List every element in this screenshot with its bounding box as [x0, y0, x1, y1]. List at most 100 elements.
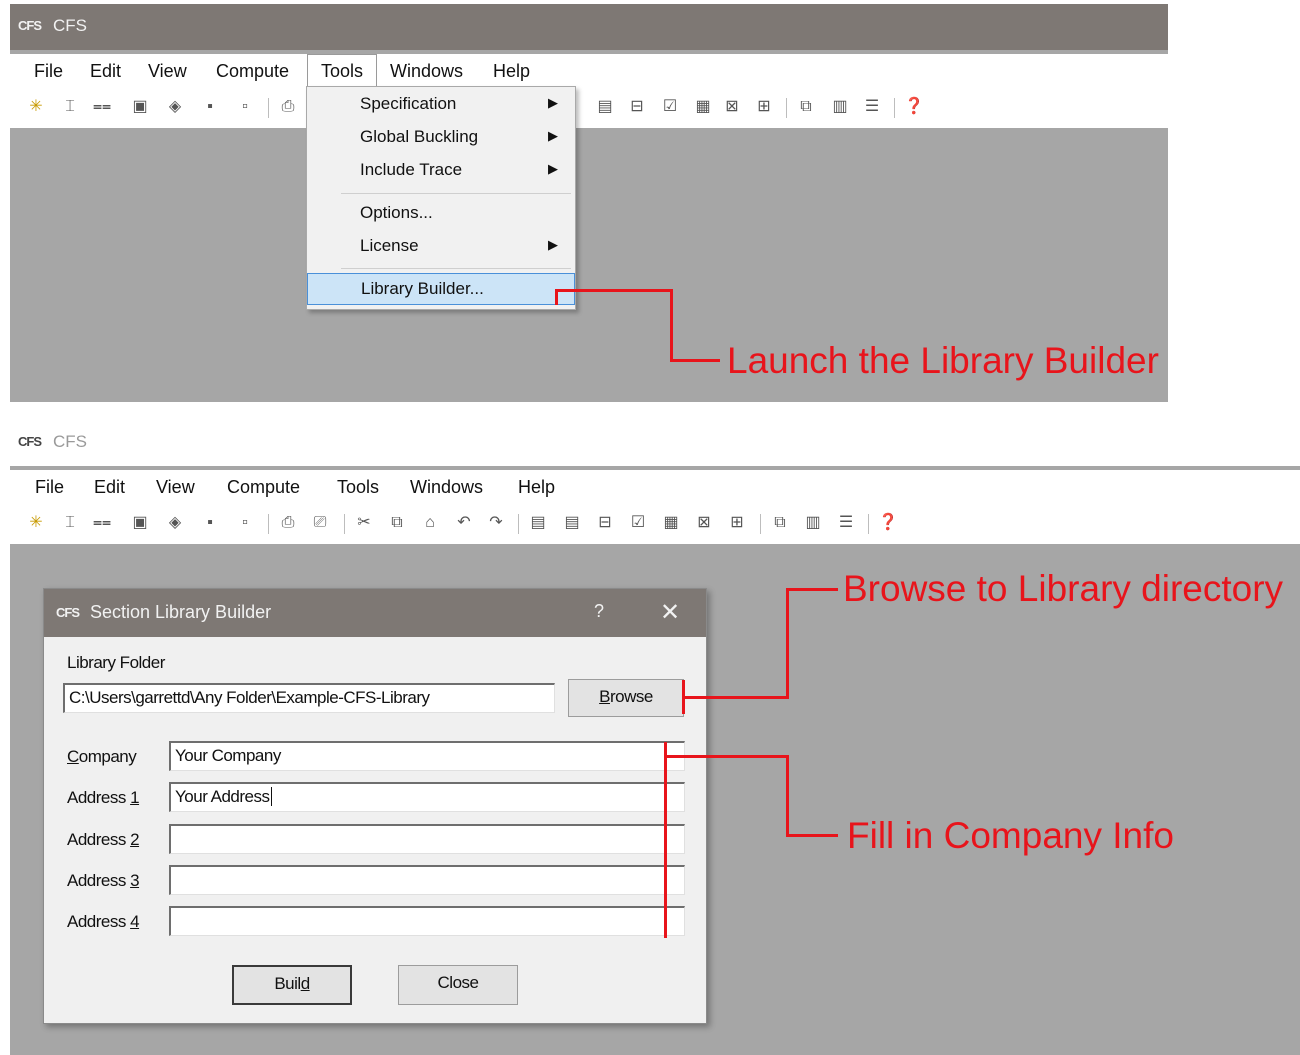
cascade-icon[interactable]: ⧉ — [796, 97, 816, 117]
help-icon[interactable]: ❓ — [878, 513, 898, 533]
open-icon[interactable]: ▣ — [130, 97, 150, 117]
print-icon[interactable]: ⎚ — [310, 513, 330, 533]
tile-vertical-icon[interactable]: ▥ — [830, 97, 850, 117]
address-2-field[interactable] — [169, 824, 685, 854]
chart-icon[interactable]: ⊠ — [694, 513, 714, 533]
cfs-window-bottom: CFS CFS File Edit View Compute Tools Win… — [10, 420, 1300, 1055]
trace-icon[interactable]: ⩵ — [92, 513, 112, 533]
redo-icon[interactable]: ↷ — [486, 513, 506, 533]
menu-item-label: Specification — [360, 94, 457, 113]
menu-file[interactable]: File — [34, 61, 63, 82]
toolbar-separator — [868, 514, 869, 534]
save-as-icon[interactable]: ▫ — [235, 513, 255, 533]
menu-help[interactable]: Help — [493, 61, 530, 82]
effective-properties-icon[interactable]: ▤ — [562, 513, 582, 533]
menu-edit[interactable]: Edit — [94, 477, 125, 498]
new-icon[interactable]: ✳ — [26, 97, 46, 117]
chart-icon[interactable]: ⊠ — [722, 97, 742, 117]
check-icon[interactable]: ☑ — [628, 513, 648, 533]
section-icon[interactable]: ⌶ — [60, 97, 80, 117]
menu-bar: File Edit View Compute Windows Help — [10, 54, 1168, 88]
chart2-icon[interactable]: ⊞ — [727, 513, 747, 533]
annotation-line — [670, 289, 673, 362]
dialog-close-icon[interactable]: ✕ — [660, 598, 680, 627]
undo-icon[interactable]: ↶ — [454, 513, 474, 533]
menu-item-include-trace[interactable]: Include Trace ▶ — [307, 155, 575, 187]
copy-icon[interactable]: ⧉ — [387, 513, 407, 533]
open-template-icon[interactable]: ◈ — [165, 513, 185, 533]
menu-item-global-buckling[interactable]: Global Buckling ▶ — [307, 122, 575, 154]
annotation-launch-library-builder: Launch the Library Builder — [727, 340, 1159, 381]
print-preview-icon[interactable]: ⎙ — [278, 97, 298, 117]
address-4-field[interactable] — [169, 906, 685, 936]
report-icon[interactable]: ▦ — [693, 97, 713, 117]
section-icon[interactable]: ⌶ — [60, 513, 80, 533]
app-logo: CFS — [18, 18, 42, 33]
menu-file[interactable]: File — [35, 477, 64, 498]
menu-item-label: Options... — [360, 203, 433, 222]
annotation-line — [664, 755, 789, 758]
menu-edit[interactable]: Edit — [90, 61, 121, 82]
paste-icon[interactable]: ⌂ — [420, 513, 440, 533]
dialog-title: Section Library Builder — [90, 602, 272, 622]
effective-properties-icon[interactable]: ▤ — [595, 97, 615, 117]
title-bar: CFS CFS — [10, 420, 1300, 466]
report-icon[interactable]: ▦ — [661, 513, 681, 533]
menu-windows[interactable]: Windows — [410, 477, 483, 498]
menu-compute[interactable]: Compute — [227, 477, 300, 498]
menu-tools[interactable]: Tools — [337, 477, 379, 498]
menu-item-label: License — [360, 236, 419, 255]
address-3-field[interactable] — [169, 865, 685, 895]
open-icon[interactable]: ▣ — [130, 513, 150, 533]
menu-tools[interactable]: Tools — [321, 61, 363, 82]
tile-vertical-icon[interactable]: ▥ — [803, 513, 823, 533]
build-button[interactable]: Build — [232, 965, 352, 1005]
new-icon[interactable]: ✳ — [26, 513, 46, 533]
annotation-browse-library-directory: Browse to Library directory — [843, 568, 1284, 609]
menu-view[interactable]: View — [148, 61, 187, 82]
section-library-builder-dialog: CFS Section Library Builder ? ✕ Library … — [43, 588, 707, 1024]
window-title: CFS — [53, 432, 87, 451]
address-1-label: Address 1 — [67, 788, 140, 807]
save-as-icon[interactable]: ▫ — [235, 97, 255, 117]
toolbar: ✳ ⌶ ⩵ ▣ ◈ ▪ ▫ ⎙ ▤ ⊟ ☑ ▦ ⊠ ⊞ ⧉ ▥ ☰ ❓ — [10, 88, 1168, 128]
properties-icon[interactable]: ▤ — [528, 513, 548, 533]
menu-view[interactable]: View — [156, 477, 195, 498]
submenu-arrow-icon: ▶ — [548, 128, 558, 143]
tile-horizontal-icon[interactable]: ☰ — [836, 513, 856, 533]
menu-compute[interactable]: Compute — [216, 61, 289, 82]
trace-icon[interactable]: ⩵ — [92, 97, 112, 117]
tile-horizontal-icon[interactable]: ☰ — [862, 97, 882, 117]
help-icon[interactable]: ❓ — [904, 97, 924, 117]
save-icon[interactable]: ▪ — [200, 97, 220, 117]
menu-windows[interactable]: Windows — [390, 61, 463, 82]
dialog-help-button[interactable]: ? — [594, 601, 604, 622]
print-preview-icon[interactable]: ⎙ — [278, 513, 298, 533]
menu-item-specification[interactable]: Specification ▶ — [307, 89, 575, 121]
close-button[interactable]: Close — [398, 965, 518, 1005]
check-icon[interactable]: ☑ — [660, 97, 680, 117]
chart2-icon[interactable]: ⊞ — [754, 97, 774, 117]
address-3-label: Address 3 — [67, 871, 140, 890]
buckling-icon[interactable]: ⊟ — [627, 97, 647, 117]
library-folder-field[interactable]: C:\Users\garrettd\Any Folder\Example-CFS… — [63, 683, 555, 713]
open-template-icon[interactable]: ◈ — [165, 97, 185, 117]
menu-item-label: Library Builder... — [361, 279, 484, 298]
cut-icon[interactable]: ✂ — [354, 513, 374, 533]
menu-tools-open[interactable]: Tools — [307, 54, 377, 88]
menu-separator — [341, 268, 571, 269]
menu-item-license[interactable]: License ▶ — [307, 231, 575, 263]
menu-item-options[interactable]: Options... — [307, 198, 575, 230]
company-field[interactable]: Your Company — [169, 741, 685, 771]
menu-item-library-builder[interactable]: Library Builder... — [307, 273, 575, 305]
annotation-line — [670, 359, 720, 362]
menu-help[interactable]: Help — [518, 477, 555, 498]
cascade-icon[interactable]: ⧉ — [770, 513, 790, 533]
save-icon[interactable]: ▪ — [200, 513, 220, 533]
browse-button[interactable]: Browse — [568, 679, 684, 717]
buckling-icon[interactable]: ⊟ — [595, 513, 615, 533]
company-label: Company — [67, 747, 137, 766]
submenu-arrow-icon: ▶ — [548, 95, 558, 110]
annotation-line — [786, 834, 838, 837]
address-1-field[interactable]: Your Address — [169, 782, 685, 812]
